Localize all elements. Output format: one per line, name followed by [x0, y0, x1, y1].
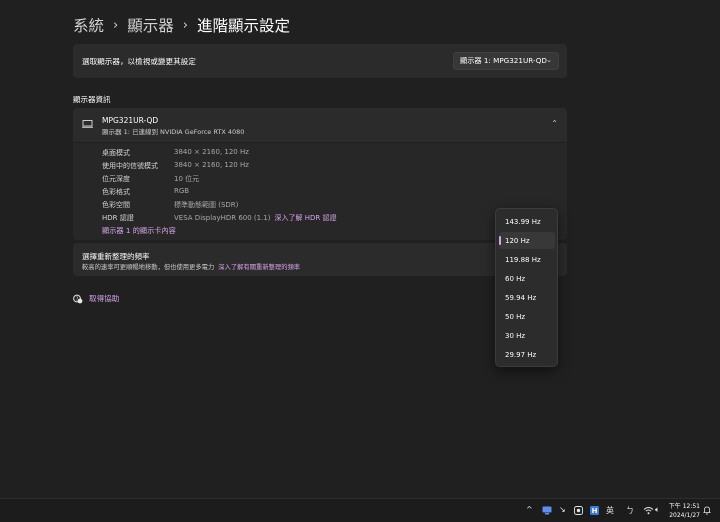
info-value-wrap: VESA DisplayHDR 600 (1.1) 深入了解 HDR 認證 — [174, 213, 337, 223]
get-help-label: 取得協助 — [89, 294, 120, 303]
help-icon: ? — [73, 294, 83, 303]
monitor-name: MPG321UR-QD — [102, 116, 159, 125]
chevron-right-icon: › — [182, 17, 188, 33]
wifi-icon[interactable] — [643, 506, 654, 515]
info-value: 3840 × 2160, 120 Hz — [174, 161, 249, 169]
hdr-learn-more-link[interactable]: 深入了解 HDR 認證 — [275, 214, 337, 222]
refresh-rate-option[interactable]: 60 Hz — [499, 270, 555, 287]
info-key: 色彩空間 — [102, 201, 130, 209]
svg-text:H: H — [592, 507, 598, 515]
refresh-rate-option[interactable]: 59.94 Hz — [499, 289, 555, 306]
refresh-rate-option[interactable]: 143.99 Hz — [499, 213, 555, 230]
clock-time: 下午 12:51 — [668, 503, 700, 510]
display-info-header[interactable]: MPG321UR-QD 顯示器 1: 已連線到 NVIDIA GeForce R… — [73, 108, 567, 142]
refresh-rate-dropdown: 143.99 Hz 120 Hz 119.88 Hz 60 Hz 59.94 H… — [495, 208, 558, 367]
refresh-rate-option[interactable]: 30 Hz — [499, 327, 555, 344]
info-key: 桌面模式 — [102, 149, 130, 157]
clock-date: 2024/1/27 — [669, 512, 700, 519]
refresh-rate-card: 選擇重新整理的頻率 較高的速率可更順暢地移動，但也使用更多電力 深入了解有關重新整… — [73, 243, 567, 276]
select-display-label: 選取顯示器，以檢視或變更其設定 — [82, 57, 196, 66]
breadcrumb: 系統 › 顯示器 › 進階顯示設定 — [73, 14, 290, 36]
select-display-card: 選取顯示器，以檢視或變更其設定 顯示器 1: MPG321UR-QD ⌄ — [73, 44, 567, 78]
info-value: 3840 × 2160, 120 Hz — [174, 148, 249, 156]
ime-mode-icon[interactable]: ㄅ — [626, 505, 634, 516]
display-select[interactable]: 顯示器 1: MPG321UR-QD ⌄ — [453, 52, 559, 70]
app-h-icon[interactable]: H — [590, 506, 599, 515]
refresh-rate-title: 選擇重新整理的頻率 — [82, 252, 150, 261]
taskbar: ^ ↘ H 英 ㄅ 🔈︎ 下午 12:51 2024/1/27 — [0, 498, 720, 522]
taskbar-clock[interactable]: 下午 12:51 2024/1/27 — [668, 502, 700, 520]
chevron-down-icon: ⌄ — [546, 56, 552, 64]
info-value: 標準動態範圍 (SDR) — [174, 201, 239, 209]
monitor-icon — [82, 120, 93, 128]
info-key: 位元深度 — [102, 175, 130, 183]
refresh-rate-option[interactable]: 119.88 Hz — [499, 251, 555, 268]
chevron-up-icon[interactable]: ⌃ — [551, 119, 558, 128]
refresh-rate-option[interactable]: 29.97 Hz — [499, 346, 555, 363]
refresh-rate-subtitle: 較高的速率可更順暢地移動，但也使用更多電力 — [82, 264, 215, 271]
display-tray-icon[interactable] — [542, 506, 552, 515]
notification-bell-icon[interactable] — [703, 506, 711, 515]
display-info-body: 桌面模式 3840 × 2160, 120 Hz 使用中的信號模式 3840 ×… — [73, 143, 567, 240]
display-select-value: 顯示器 1: MPG321UR-QD — [460, 56, 547, 65]
info-value: RGB — [174, 187, 190, 195]
ime-indicator[interactable]: 英 — [606, 505, 614, 516]
monitor-connection: 顯示器 1: 已連線到 NVIDIA GeForce RTX 4080 — [102, 128, 245, 136]
get-help-link[interactable]: ? 取得協助 — [73, 293, 119, 304]
chevron-up-icon[interactable]: ^ — [526, 505, 533, 514]
chevron-right-icon: › — [113, 17, 119, 33]
copilot-icon[interactable] — [574, 506, 583, 515]
page-title: 進階顯示設定 — [196, 17, 290, 35]
svg-text:?: ? — [76, 296, 79, 302]
refresh-rate-option[interactable]: 50 Hz — [499, 308, 555, 325]
info-value: 10 位元 — [174, 175, 200, 183]
breadcrumb-display[interactable]: 顯示器 — [127, 14, 174, 36]
breadcrumb-system[interactable]: 系統 — [73, 14, 104, 36]
refresh-rate-learn-more-link[interactable]: 深入了解有關重新整理的頻率 — [218, 264, 300, 271]
section-title: 顯示器資訊 — [73, 95, 111, 104]
info-key: HDR 認證 — [102, 214, 134, 222]
info-key: 使用中的信號模式 — [102, 162, 158, 170]
refresh-rate-option-selected[interactable]: 120 Hz — [499, 232, 555, 249]
info-key: 色彩格式 — [102, 188, 130, 196]
no-network-icon[interactable]: ↘ — [559, 505, 566, 514]
volume-icon[interactable]: 🔈︎ — [655, 505, 660, 515]
info-value: VESA DisplayHDR 600 (1.1) — [174, 214, 271, 222]
adapter-properties-link[interactable]: 顯示器 1 的顯示卡內容 — [102, 226, 176, 236]
refresh-rate-subtitle-wrap: 較高的速率可更順暢地移動，但也使用更多電力 深入了解有關重新整理的頻率 — [82, 262, 300, 271]
